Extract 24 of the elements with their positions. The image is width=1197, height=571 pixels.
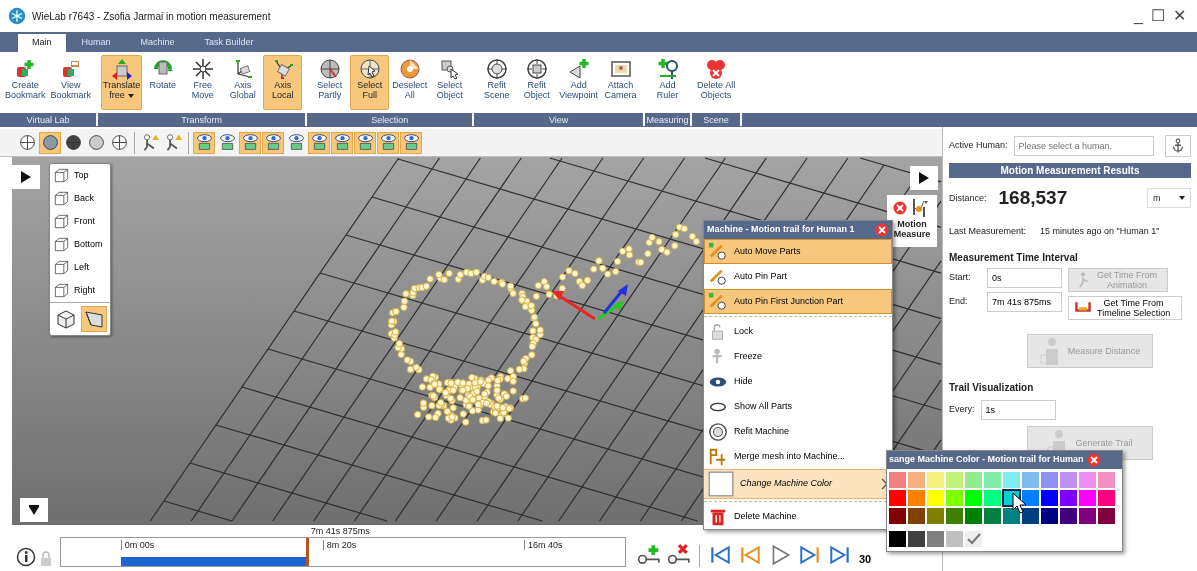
group-label: Selection bbox=[307, 113, 473, 127]
section-title: Trail Visualization bbox=[949, 381, 1035, 395]
section-title: Measurement Time Interval bbox=[949, 251, 1079, 265]
distance-value: 168,537 bbox=[998, 186, 1068, 210]
group-label: Virtual Lab bbox=[0, 113, 97, 127]
field-label: Every: bbox=[949, 403, 975, 417]
group-label: Scene bbox=[692, 113, 741, 127]
tick-label: 16m 40s bbox=[524, 540, 563, 550]
playhead-time: 7m 41s 875ms bbox=[310, 525, 370, 537]
section-header: Motion Measurement Results bbox=[949, 163, 1191, 178]
field-label: Distance: bbox=[949, 191, 987, 205]
field-label: End: bbox=[949, 295, 969, 309]
last-measurement-text: 15 minutes ago on "Human 1" bbox=[1040, 224, 1160, 238]
field-label: Active Human: bbox=[949, 139, 1008, 153]
group-label: View bbox=[474, 113, 644, 127]
tick-label: 0m 00s bbox=[120, 540, 155, 550]
field-label: Last Measurement: bbox=[949, 224, 1027, 238]
group-label: Transform bbox=[98, 113, 306, 127]
window-title: WieLab r7643 - Zsofia Jarmai in motion measurement bbox=[32, 9, 271, 24]
tick-label: 8m 20s bbox=[322, 540, 357, 550]
widget-label: Motion Measure bbox=[893, 219, 931, 239]
menu-title: Machine - Motion trail for Human 1 bbox=[707, 223, 855, 237]
group-label: Measuring bbox=[645, 113, 691, 127]
field-label: Start: bbox=[949, 271, 972, 285]
